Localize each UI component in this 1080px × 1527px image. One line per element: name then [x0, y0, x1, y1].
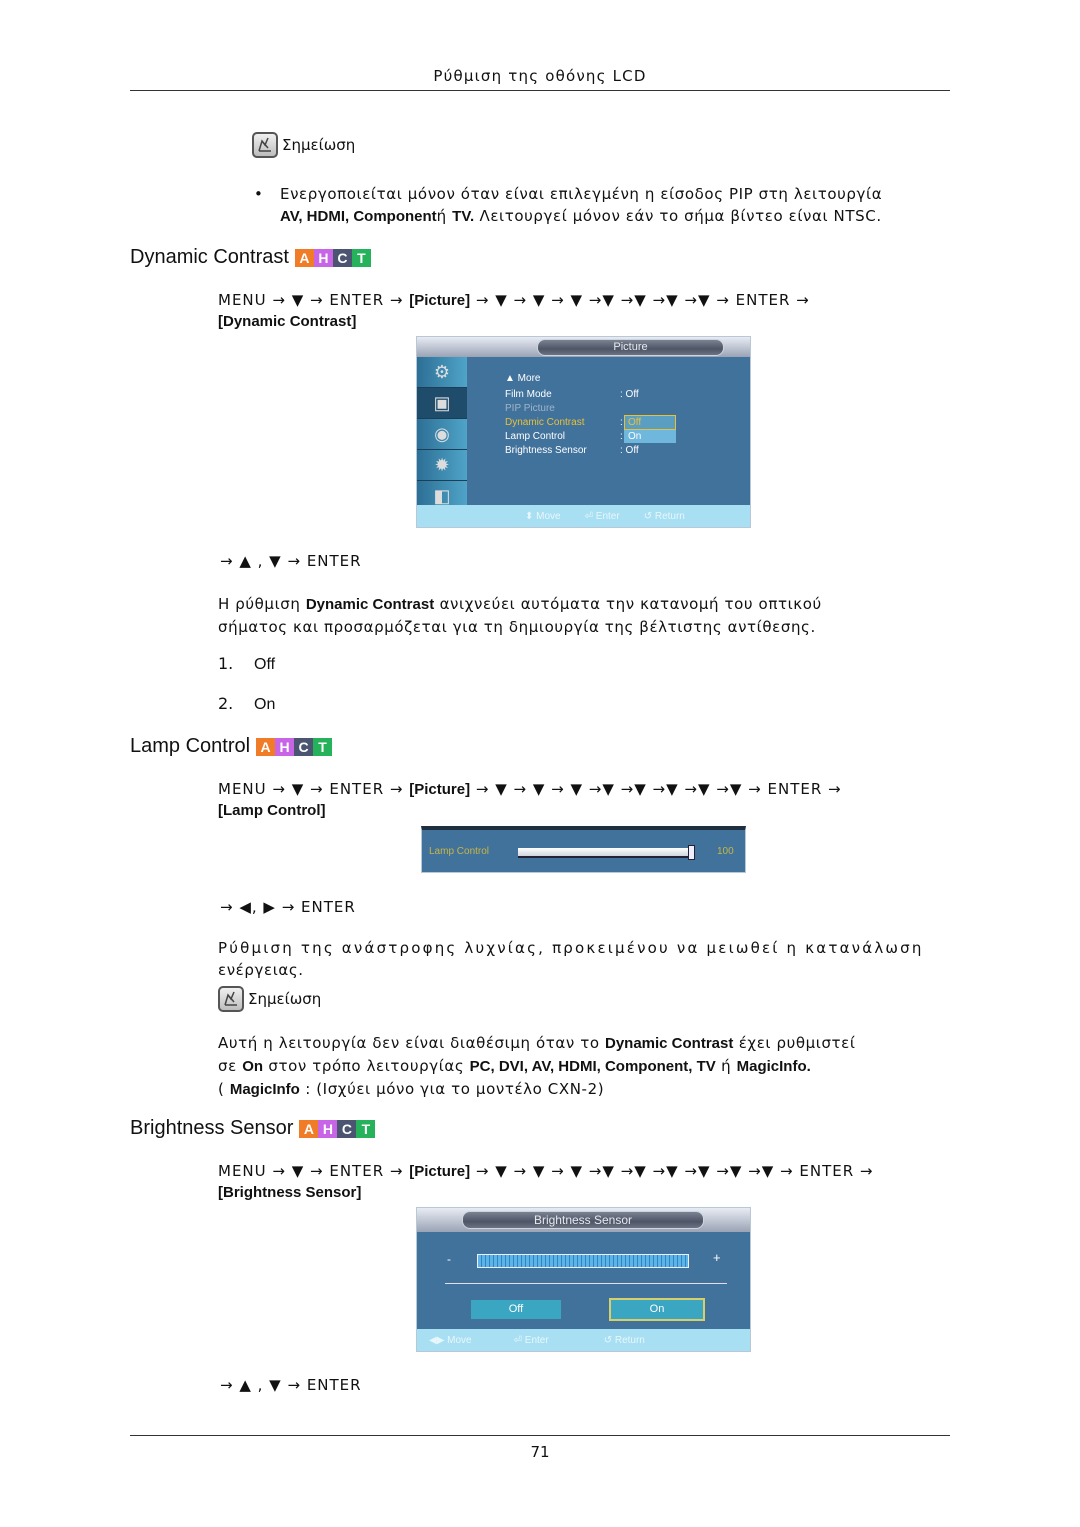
model-badge: AHCT [294, 248, 371, 267]
note-heading-lamp: Σημείωση [218, 986, 321, 1012]
menu-path-brightness-sensor: MENU → ▼ → ENTER → [Picture] → ▼ → ▼ → ▼… [218, 1162, 874, 1201]
note-text: Ενεργοποιείται μόνον όταν είναι επιλεγμέ… [280, 183, 970, 228]
note-line-2: AV, HDMI, Componentή TV. Λειτουργεί μόνο… [280, 207, 882, 225]
page-number: 71 [530, 1443, 550, 1461]
lamp-slider-thumb[interactable] [688, 845, 695, 860]
osd-off-button[interactable]: Off [471, 1300, 561, 1319]
note-pencil-icon [218, 986, 244, 1012]
option-off: 1. Off [218, 654, 276, 673]
osd-item-film-mode[interactable]: Film Mode [505, 389, 552, 400]
note-heading: Σημείωση [252, 132, 355, 158]
section-title-lamp-control: Lamp Control AHCT [130, 735, 333, 758]
osd-value-lamp-control: : [620, 431, 623, 442]
osd-return-hint: ↺ Return [643, 510, 685, 522]
note-line-1: Ενεργοποιείται μόνον όταν είναι επιλεγμέ… [280, 185, 883, 203]
osd-lamp-value: 100 [717, 846, 734, 857]
osd-enter-hint: ⏎ Enter [584, 510, 620, 522]
osd-picture-menu: Picture ⚙ ▣ ◉ ✹ ◧ ▲ More Film Mode : Off… [416, 336, 751, 528]
osd-footer: ⬍ Move ⏎ Enter ↺ Return [417, 505, 750, 527]
desc-dynamic-contrast: Η ρύθμιση Dynamic Contrast ανιχνεύει αυτ… [218, 595, 822, 636]
osd-return-hint: ↺ Return [603, 1334, 645, 1346]
section-title-brightness-sensor: Brightness Sensor AHCT [130, 1117, 376, 1140]
option-on: 2. On [218, 694, 276, 713]
nav-lamp-control: → ◀, ▶ → ENTER [220, 898, 356, 916]
badge-letter: C [294, 737, 314, 756]
nav-dynamic-contrast: → ▲ , ▼ → ENTER [220, 552, 362, 570]
osd-item-brightness-sensor[interactable]: Brightness Sensor [505, 445, 587, 456]
osd-footer: ◀▶ Move ⏎ Enter ↺ Return [417, 1329, 750, 1351]
page-header-title: Ρύθμιση της οθόνης LCD [433, 67, 647, 85]
badge-letter: A [294, 248, 314, 267]
osd-value-brightness-sensor: : Off [620, 445, 639, 456]
osd-sidebar: ⚙ ▣ ◉ ✹ ◧ [417, 357, 467, 512]
desc-lamp-control: Ρύθμιση της ανάστροφης λυχνίας, προκειμέ… [218, 939, 924, 979]
osd-item-lamp-control[interactable]: Lamp Control [505, 431, 565, 442]
osd-on-button[interactable]: On [609, 1298, 705, 1321]
osd-title: Brightness Sensor [462, 1211, 704, 1229]
osd-value-dynamic-contrast: : [620, 417, 623, 428]
footer-divider [130, 1435, 950, 1436]
badge-letter: T [351, 248, 371, 267]
lamp-slider-track[interactable] [518, 848, 694, 858]
osd-picture-icon: ▣ [417, 388, 467, 419]
badge-letter: T [313, 737, 333, 756]
note-bullet: • [254, 185, 264, 203]
section-title-dynamic-contrast: Dynamic Contrast AHCT [130, 246, 371, 269]
osd-plus: + [713, 1250, 721, 1265]
menu-path-dynamic-contrast: MENU → ▼ → ENTER → [Picture] → ▼ → ▼ → ▼… [218, 291, 810, 330]
badge-letter: T [356, 1119, 376, 1138]
osd-item-pip-picture: PIP Picture [505, 403, 555, 414]
note-label: Σημείωση [282, 136, 356, 154]
osd-dropdown-option-off[interactable]: Off [624, 415, 676, 430]
osd-sound-icon: ◉ [417, 419, 467, 450]
lamp-slider-fill [518, 848, 694, 856]
osd-more[interactable]: ▲ More [505, 373, 540, 384]
osd-value-film-mode: : Off [620, 389, 639, 400]
model-badge: AHCT [299, 1119, 376, 1138]
header-divider [130, 90, 950, 91]
osd-dropdown: Off On [624, 415, 676, 443]
osd-lamp-label: Lamp Control [429, 846, 490, 857]
osd-dropdown-option-on[interactable]: On [624, 430, 676, 443]
badge-letter: C [337, 1119, 357, 1138]
osd-title: Picture [537, 339, 724, 356]
nav-brightness-sensor: → ▲ , ▼ → ENTER [220, 1376, 362, 1394]
badge-letter: H [275, 737, 295, 756]
menu-path-lamp-control: MENU → ▼ → ENTER → [Picture] → ▼ → ▼ → ▼… [218, 780, 842, 819]
osd-move-hint: ⬍ Move [525, 510, 561, 522]
osd-minus: - [447, 1252, 451, 1266]
badge-letter: A [256, 737, 276, 756]
badge-letter: H [313, 248, 333, 267]
note-text-lamp: Αυτή η λειτουργία δεν είναι διαθέσιμη ότ… [218, 1034, 856, 1098]
model-badge: AHCT [256, 737, 333, 756]
osd-setup-icon: ✹ [417, 450, 467, 481]
osd-enter-hint: ⏎ Enter [513, 1334, 549, 1346]
badge-letter: C [332, 248, 352, 267]
osd-lamp-control: Lamp Control 100 [421, 826, 746, 873]
badge-letter: H [318, 1119, 338, 1138]
osd-divider [445, 1283, 727, 1284]
osd-input-icon: ⚙ [417, 357, 467, 388]
badge-letter: A [299, 1119, 319, 1138]
osd-move-hint: ◀▶ Move [429, 1334, 472, 1346]
brightness-bar [477, 1254, 689, 1268]
osd-item-dynamic-contrast[interactable]: Dynamic Contrast [505, 417, 584, 428]
note-label: Σημείωση [248, 990, 322, 1008]
osd-brightness-sensor: Brightness Sensor - + Off On ◀▶ Move ⏎ E… [416, 1207, 751, 1352]
note-pencil-icon [252, 132, 278, 158]
